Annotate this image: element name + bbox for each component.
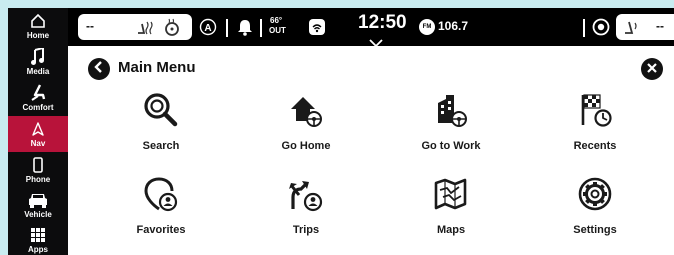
sidebar-item-label: Nav bbox=[30, 139, 46, 148]
trips-icon bbox=[286, 174, 326, 214]
music-note-icon bbox=[30, 48, 46, 66]
sidebar-item-media[interactable]: Media bbox=[8, 48, 68, 82]
sidebar-item-label: Vehicle bbox=[24, 210, 52, 219]
apps-grid-icon bbox=[30, 226, 46, 244]
sync-icon[interactable] bbox=[592, 18, 610, 41]
status-bar: -- A 66° OUT 12:50 FM 106.7 -- bbox=[68, 8, 674, 48]
car-icon bbox=[28, 191, 48, 209]
tile-label: Favorites bbox=[136, 224, 186, 236]
driver-temp-value: -- bbox=[86, 19, 94, 33]
menu-tile-trips[interactable]: Trips bbox=[251, 174, 361, 248]
tile-label: Recents bbox=[573, 140, 617, 152]
menu-tile-favorites[interactable]: Favorites bbox=[106, 174, 216, 248]
go-home-icon bbox=[286, 90, 326, 130]
outside-temp-label: OUT bbox=[269, 26, 286, 35]
tile-label: Go to Work bbox=[421, 140, 481, 152]
sidebar-item-apps[interactable]: Apps bbox=[8, 226, 68, 255]
sidebar-item-label: Media bbox=[26, 67, 50, 76]
search-icon bbox=[141, 90, 181, 130]
menu-tile-settings[interactable]: Settings bbox=[540, 174, 650, 248]
settings-icon bbox=[575, 174, 615, 214]
tile-label: Search bbox=[142, 140, 180, 152]
divider bbox=[260, 19, 262, 37]
nav-main-menu: Main Menu Search Go Home Go to Work Rece… bbox=[68, 46, 674, 255]
seat-icon bbox=[29, 84, 47, 102]
divider bbox=[226, 19, 228, 37]
menu-tile-go-home[interactable]: Go Home bbox=[251, 90, 361, 164]
menu-tile-go-to-work[interactable]: Go to Work bbox=[396, 90, 506, 164]
navigation-arrow-icon bbox=[31, 120, 45, 138]
left-sidebar: Home Media Comfort Nav Phone Vehicle App… bbox=[8, 8, 68, 255]
wireless-connect-icon[interactable] bbox=[308, 18, 326, 41]
sidebar-item-label: Apps bbox=[28, 245, 48, 254]
go-to-work-icon bbox=[431, 90, 471, 130]
heated-wheel-icon bbox=[162, 18, 182, 41]
divider bbox=[583, 19, 585, 37]
menu-tile-maps[interactable]: Maps bbox=[396, 174, 506, 248]
sidebar-item-nav[interactable]: Nav bbox=[8, 116, 68, 152]
menu-tile-recents[interactable]: Recents bbox=[540, 90, 650, 164]
tile-label: Settings bbox=[573, 224, 617, 236]
sidebar-item-vehicle[interactable]: Vehicle bbox=[8, 191, 68, 225]
heated-seat-icon bbox=[622, 18, 640, 41]
phone-icon bbox=[33, 156, 43, 174]
favorites-icon bbox=[141, 174, 181, 214]
tile-label: Go Home bbox=[281, 140, 331, 152]
sidebar-item-label: Home bbox=[26, 31, 50, 40]
page-title: Main Menu bbox=[118, 59, 196, 76]
recents-icon bbox=[575, 90, 615, 130]
close-icon bbox=[647, 60, 657, 78]
svg-text:A: A bbox=[204, 23, 211, 34]
outside-temp-value: 66° bbox=[270, 16, 283, 25]
fm-badge: FM bbox=[419, 19, 435, 35]
notification-bell-icon[interactable] bbox=[237, 18, 253, 41]
passenger-climate-control[interactable]: -- bbox=[616, 14, 674, 40]
sidebar-item-label: Phone bbox=[25, 175, 51, 184]
clock-time[interactable]: 12:50 bbox=[358, 12, 407, 34]
sidebar-item-phone[interactable]: Phone bbox=[8, 156, 68, 190]
menu-tile-search[interactable]: Search bbox=[106, 90, 216, 164]
sidebar-item-label: Comfort bbox=[22, 103, 54, 112]
back-button[interactable] bbox=[88, 58, 110, 80]
radio-frequency[interactable]: 106.7 bbox=[438, 19, 468, 33]
sidebar-item-home[interactable]: Home bbox=[8, 12, 68, 46]
tile-label: Trips bbox=[292, 224, 320, 236]
close-button[interactable] bbox=[641, 58, 663, 80]
auto-stop-icon[interactable]: A bbox=[199, 18, 217, 41]
chevron-left-icon bbox=[94, 60, 104, 78]
heated-seat-icon bbox=[136, 18, 158, 41]
passenger-temp-value: -- bbox=[656, 19, 664, 33]
tile-label: Maps bbox=[436, 224, 466, 236]
sidebar-item-comfort[interactable]: Comfort bbox=[8, 84, 68, 118]
home-icon bbox=[30, 12, 46, 30]
driver-climate-control[interactable]: -- bbox=[78, 14, 192, 40]
maps-icon bbox=[431, 174, 471, 214]
